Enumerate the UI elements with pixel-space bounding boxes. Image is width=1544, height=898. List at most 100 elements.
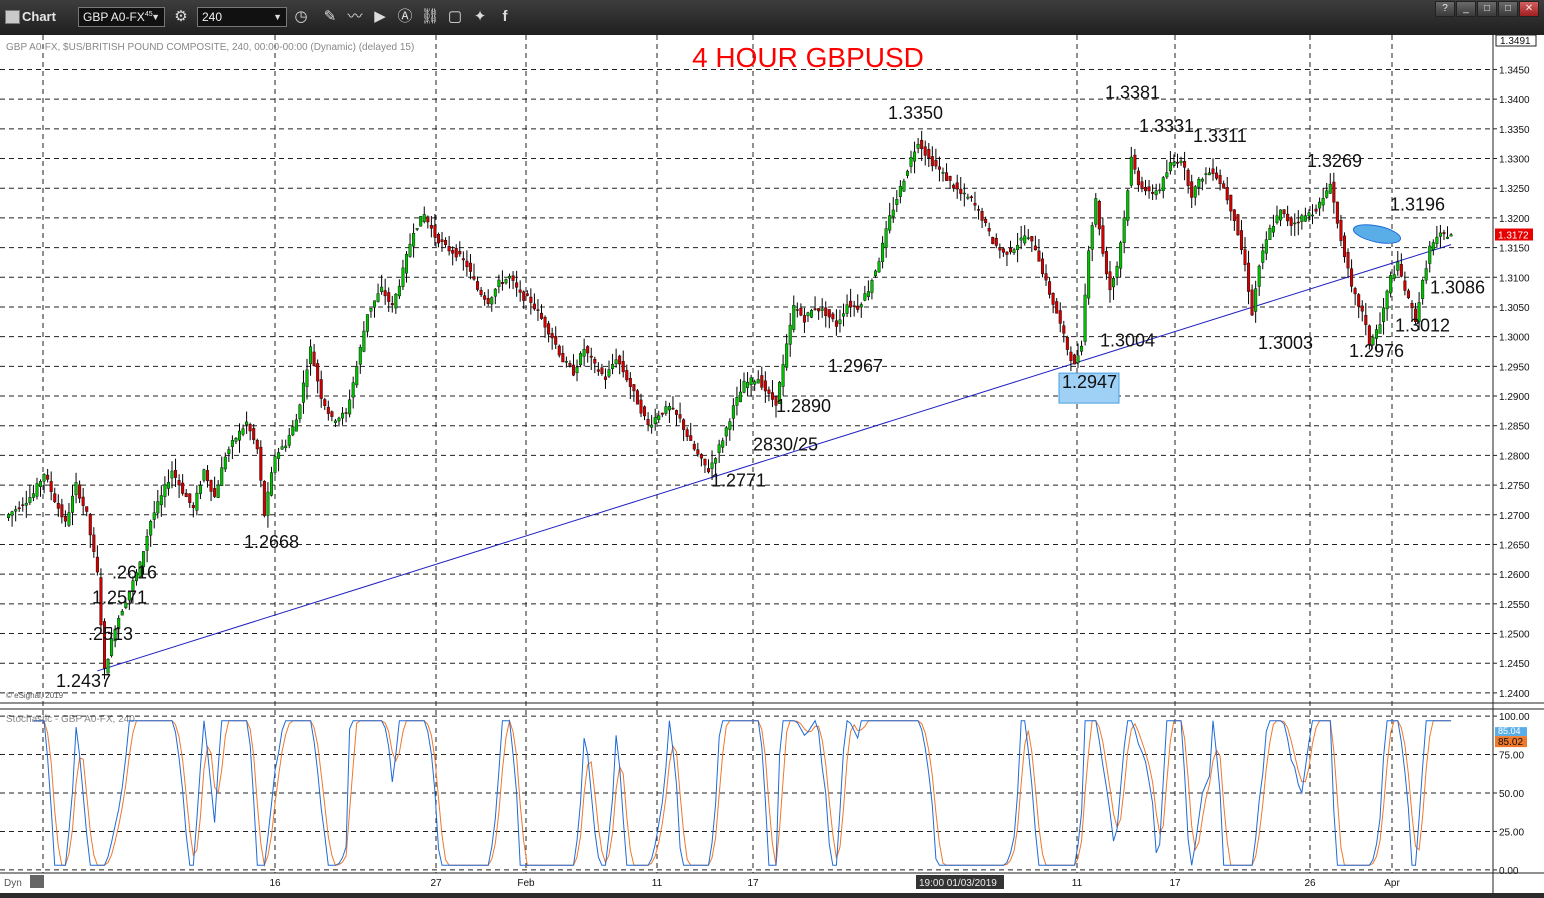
candle-up <box>120 610 124 616</box>
candle-down <box>852 305 856 307</box>
pencil-icon[interactable]: ✎ <box>320 6 340 28</box>
candle-up <box>1300 215 1304 222</box>
candle-down <box>813 308 817 310</box>
comment-icon[interactable]: ▢ <box>445 6 465 28</box>
candle-up <box>1385 290 1389 310</box>
candle-up <box>298 404 302 420</box>
candle-up <box>1122 217 1126 243</box>
clock-icon[interactable]: ◷ <box>291 6 311 28</box>
candle-up <box>1435 236 1439 244</box>
candle-down <box>1342 235 1346 258</box>
candle-down <box>1037 250 1041 262</box>
candle-up <box>1428 245 1432 264</box>
candle-up <box>891 209 895 218</box>
candle-up <box>166 481 170 489</box>
candle-down <box>433 225 437 238</box>
candle-up <box>873 270 877 277</box>
settings-icon[interactable]: ⚙ <box>171 6 191 28</box>
candle-down <box>706 468 710 473</box>
dyn-label: Dyn <box>4 878 22 889</box>
minimize-button[interactable]: _ <box>1456 1 1476 17</box>
help-button[interactable]: ? <box>1435 1 1455 17</box>
candle-down <box>770 392 774 400</box>
chevron-down-icon: ▼ <box>151 12 160 22</box>
candle-down <box>461 258 465 261</box>
candle-down <box>969 196 973 199</box>
price-tick-label: 1.2500 <box>1499 630 1530 641</box>
candle-down <box>589 355 593 358</box>
candle-up <box>1204 173 1208 175</box>
facebook-icon[interactable]: f <box>495 6 515 28</box>
price-tick-label: 1.2400 <box>1499 689 1530 700</box>
candle-down <box>326 406 330 414</box>
candle-down <box>1215 172 1219 179</box>
candle-down <box>1190 181 1194 198</box>
line-chart-icon[interactable]: 〰 <box>345 6 365 28</box>
candle-down <box>802 315 806 323</box>
candle-up <box>216 484 220 498</box>
candle-down <box>550 333 554 339</box>
price-annotation: 1.3350 <box>888 103 943 123</box>
candle-down <box>1335 201 1339 224</box>
symbol-info-line: GBP A0-FX, $US/BRITISH POUND COMPOSITE, … <box>6 42 414 53</box>
candle-down <box>1097 201 1101 230</box>
candle-up <box>966 196 970 199</box>
maximize-button[interactable]: □ <box>1498 1 1518 17</box>
candle-up <box>71 495 75 513</box>
link-icon[interactable]: ⛓ <box>420 6 440 28</box>
candle-down <box>1030 236 1034 242</box>
symbol-input[interactable]: GBP A0-FX45 ▼ <box>78 7 165 27</box>
candle-up <box>351 382 355 398</box>
price-annotation: 1.3311 <box>1193 126 1247 146</box>
candle-up <box>237 430 241 441</box>
candle-down <box>1364 315 1368 325</box>
stochastic-d-text: 85.04 <box>1498 726 1521 736</box>
time-tick-label: 11 <box>652 878 663 889</box>
candle-up <box>1374 329 1378 339</box>
candle-up <box>916 144 920 149</box>
candle-up <box>419 216 423 227</box>
alert-icon[interactable]: Ⓐ <box>395 6 415 28</box>
candle-down <box>984 218 988 224</box>
price-tick-label: 1.2750 <box>1499 481 1530 492</box>
chart-area[interactable]: GBP A0-FX, $US/BRITISH POUND COMPOSITE, … <box>0 34 1544 893</box>
candle-down <box>543 316 547 328</box>
candle-up <box>277 452 281 459</box>
candle-up <box>31 493 35 498</box>
candle-up <box>1392 274 1396 279</box>
twitter-icon[interactable]: ✦ <box>470 6 490 28</box>
dyn-toggle-button[interactable] <box>30 875 44 888</box>
price-annotation: 1.3012 <box>1395 316 1450 336</box>
candle-down <box>429 224 433 229</box>
candle-down <box>646 419 650 426</box>
time-tick-label: 11 <box>1072 878 1083 889</box>
restore-button[interactable]: □ <box>1477 1 1497 17</box>
candle-down <box>444 240 448 245</box>
close-button[interactable]: ✕ <box>1519 1 1539 17</box>
candle-down <box>696 449 700 455</box>
candle-down <box>511 275 515 281</box>
candle-up <box>42 474 46 482</box>
candle-down <box>692 443 696 450</box>
chart-svg[interactable]: GBP A0-FX, $US/BRITISH POUND COMPOSITE, … <box>0 34 1544 893</box>
candle-up <box>67 512 71 526</box>
candle-down <box>532 303 536 310</box>
candle-up <box>223 456 227 470</box>
candle-down <box>1282 209 1286 215</box>
candle-up <box>781 364 785 387</box>
candle-up <box>1307 212 1311 217</box>
candle-down <box>682 419 686 430</box>
interval-input[interactable]: 240 ▼ <box>197 7 287 27</box>
candle-down <box>1339 220 1343 241</box>
candle-up <box>1421 280 1425 299</box>
play-icon[interactable]: ▶ <box>370 6 390 28</box>
candle-up <box>1112 278 1116 288</box>
candle-up <box>415 228 419 230</box>
candle-down <box>1360 305 1364 312</box>
candle-down <box>767 389 771 394</box>
candle-up <box>280 446 284 450</box>
price-tick-label: 1.3350 <box>1499 125 1530 136</box>
candle-up <box>504 279 508 284</box>
candle-down <box>763 380 767 392</box>
candle-up <box>820 308 824 311</box>
